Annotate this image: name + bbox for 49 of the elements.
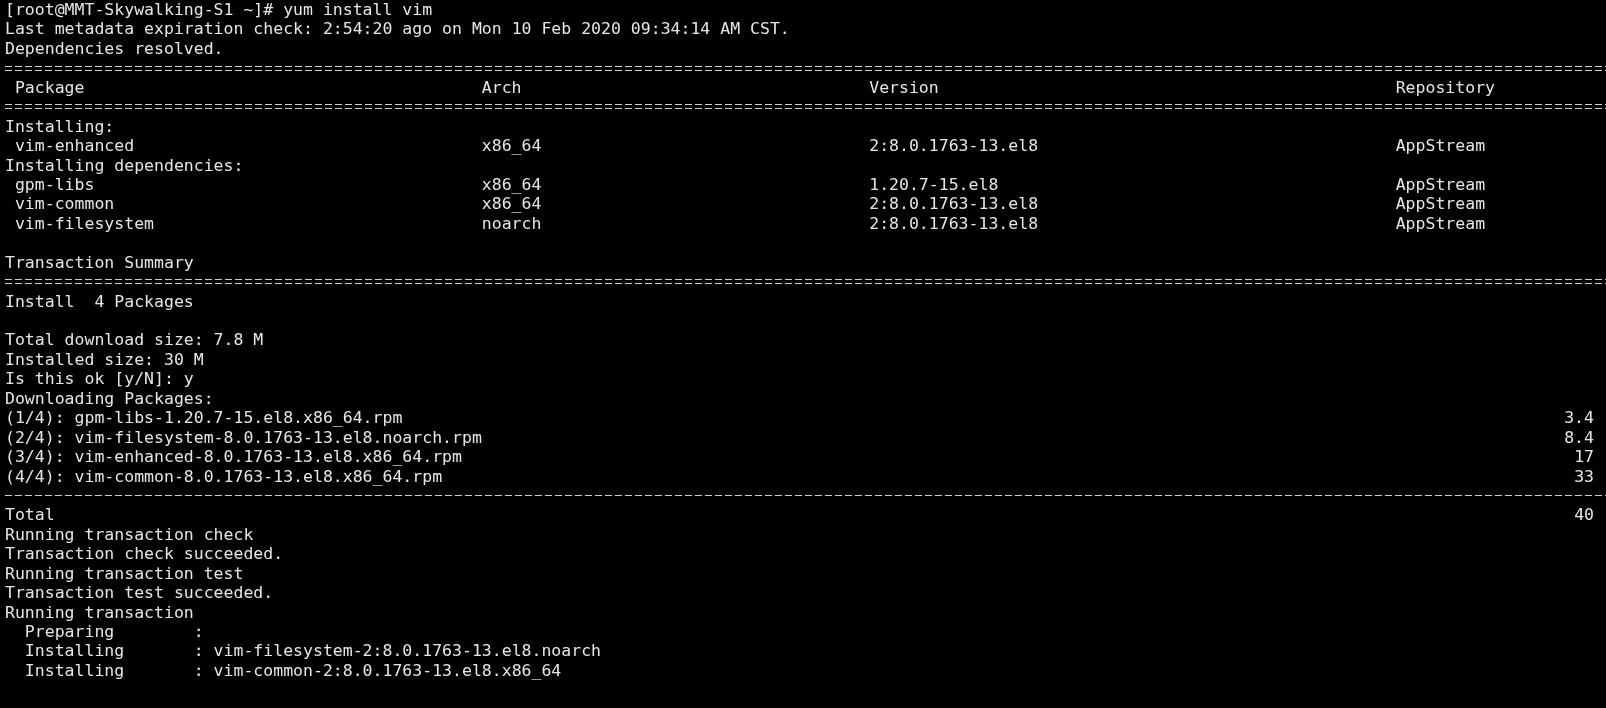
table-cell-text: AppStream <box>1395 136 1487 156</box>
terminal-line: Transaction check succeeded. <box>5 544 285 564</box>
terminal-line: Dependencies resolved. <box>5 38 225 59</box>
download-size: 17 <box>1574 447 1594 467</box>
download-line: (3/4): vim-enhanced-8.0.1763-13.el8.x86_64.rpm <box>5 447 462 467</box>
terminal-line: Preparing : <box>23 622 205 642</box>
terminal-line: Running transaction <box>5 602 195 622</box>
table-cell-text: vim-common <box>14 194 116 214</box>
table-cell-text: 2:8.0.1763-13.el8 <box>869 136 1040 156</box>
table-cell-text: AppStream <box>1395 213 1487 234</box>
terminal-line: Installing dependencies: <box>5 155 245 175</box>
terminal-line: Transaction Summary <box>5 252 195 273</box>
table-cell-text: 1.20.7-15.el8 <box>869 174 1000 195</box>
terminal-line: Installing : vim-filesystem-2:8.0.1763-13.el8.noarch <box>23 641 603 661</box>
table-cell-text: 2:8.0.1763-13.el8 <box>869 194 1040 214</box>
table-cell-text: AppStream <box>1395 174 1487 195</box>
terminal-line: Downloading Packages: <box>5 388 215 409</box>
table-cell-text: 2:8.0.1763-13.el8 <box>869 213 1040 234</box>
download-line: Total <box>5 505 55 525</box>
terminal-line: Last metadata expiration check: 2:54:20 ago on Mon 10 Feb 2020 09:34:14 AM CST. <box>5 19 791 39</box>
terminal-line: Installing : vim-common-2:8.0.1763-13.el8.x86_64 <box>23 660 563 681</box>
table-cell-text: x86_64 <box>481 194 543 214</box>
download-line: (2/4): vim-filesystem-8.0.1763-13.el8.noarch.rpm <box>5 427 482 448</box>
download-size: 3.4 <box>1564 408 1594 428</box>
download-size: 33 <box>1574 466 1594 486</box>
terminal-line: Installed size: 30 M <box>5 349 205 370</box>
terminal-line: Total download size: 7.8 M <box>5 330 265 350</box>
table-cell-text: gpm-libs <box>14 174 96 195</box>
download-line: (1/4): gpm-libs-1.20.7-15.el8.x86_64.rpm <box>5 408 403 428</box>
terminal-line: Installing: <box>5 116 116 137</box>
terminal-line: Running transaction check <box>5 524 255 545</box>
download-line: (4/4): vim-common-8.0.1763-13.el8.x86_64.rpm <box>5 466 443 486</box>
terminal-line: Running transaction test <box>5 563 245 584</box>
table-cell-text: x86_64 <box>481 136 543 156</box>
terminal-line: Install 4 Packages <box>5 291 195 311</box>
table-cell-text: Repository <box>1395 77 1497 98</box>
terminal-line: [root@MMT-Skywalking-S1 ~]# yum install vim <box>5 0 434 20</box>
table-cell-text: Arch <box>481 77 523 98</box>
terminal-line: Is this ok [y/N]: y <box>5 369 195 389</box>
table-cell-text: vim-enhanced <box>14 136 136 156</box>
table-cell-text: AppStream <box>1395 194 1487 214</box>
table-cell-text: noarch <box>481 213 543 234</box>
table-cell-text: Package <box>14 77 86 98</box>
download-size: 8.4 <box>1564 427 1594 448</box>
table-cell-text: vim-filesystem <box>14 213 155 234</box>
table-cell-text: Version <box>869 77 940 98</box>
download-size: 40 <box>1574 505 1594 525</box>
table-cell-text: x86_64 <box>481 174 543 195</box>
terminal-line: Transaction test succeeded. <box>5 583 275 603</box>
